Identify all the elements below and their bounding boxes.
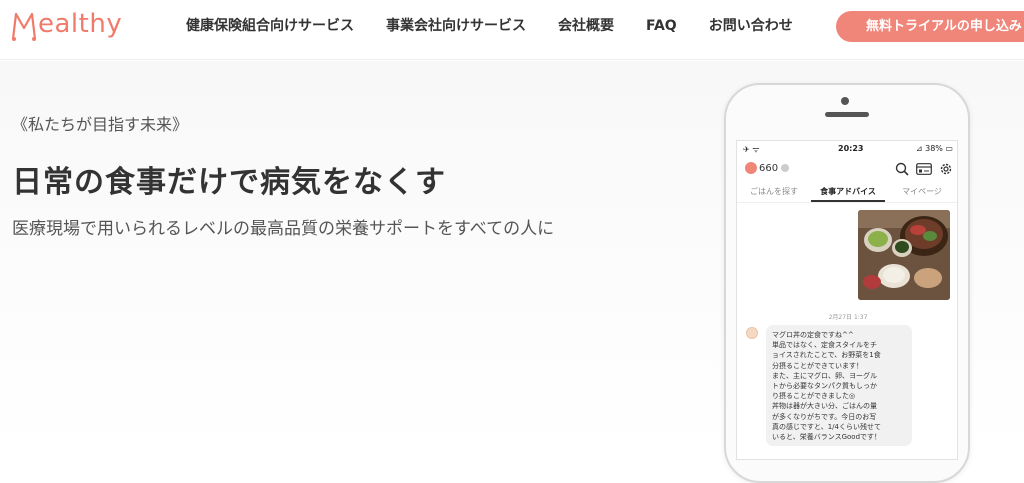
nav-item-company[interactable]: 会社概要: [558, 16, 614, 36]
advisor-avatar: [746, 327, 758, 339]
app-tabs: ごはんを探す 食事アドバイス マイページ: [737, 183, 957, 203]
message-line: 真の感じですと、1/4くらい残せて: [772, 422, 881, 431]
status-time: 20:23: [838, 144, 864, 153]
meal-photo[interactable]: [858, 210, 950, 300]
nav-item-faq[interactable]: FAQ: [646, 16, 677, 36]
status-bar: ✈ ᯤ 20:23 ⊿ 38% ▭: [737, 141, 957, 159]
nav-item-contact[interactable]: お問い合わせ: [709, 16, 793, 36]
logo[interactable]: ealthy: [10, 6, 122, 42]
site-header: ealthy 健康保険組合向けサービス 事業会社向けサービス 会社概要 FAQ …: [0, 0, 1024, 60]
logo-m-icon: [10, 6, 38, 42]
hero-title: 日常の食事だけで病気をなくす: [12, 165, 446, 200]
status-left: ✈ ᯤ: [743, 145, 760, 154]
message-line: トから必要なタンパク質もしっか: [772, 382, 877, 391]
tab-my-page[interactable]: マイページ: [885, 183, 957, 202]
app-bar: 660: [737, 159, 957, 181]
app-icons: [889, 161, 955, 177]
coin-icon: [745, 162, 757, 174]
search-icon[interactable]: [893, 161, 911, 177]
message-line: マグロ丼の定食ですね^^: [772, 331, 854, 339]
phone-screen: ✈ ᯤ 20:23 ⊿ 38% ▭ 660 ごはんを探す 食事アドバイス マイペ…: [736, 140, 958, 460]
free-trial-button[interactable]: 無料トライアルの申し込み: [836, 11, 1024, 42]
message-line: 単品ではなく、定食スタイルをチ: [772, 341, 877, 350]
card-icon[interactable]: [915, 161, 933, 177]
tab-find-food[interactable]: ごはんを探す: [737, 183, 811, 202]
nav-item-business[interactable]: 事業会社向けサービス: [386, 16, 526, 36]
message-line: また、主にマグロ、卵、ヨーグル: [772, 371, 877, 380]
advice-message: マグロ丼の定食ですね^^ 単品ではなく、定食スタイルをチ ョイスされたことで、お…: [766, 325, 912, 446]
message-line: ョイスされたことで、お野菜を1食: [772, 351, 881, 360]
info-icon: [781, 164, 790, 172]
message-line: 丼物は器が大きい分、ごはんの量: [772, 402, 877, 411]
phone-speaker: [825, 112, 869, 117]
message-line: が多くなりがちです。今日のお写: [772, 412, 877, 421]
hero-description: 医療現場で用いられるレベルの最高品質の栄養サポートをすべての人に: [12, 219, 555, 239]
logo-text: ealthy: [38, 9, 123, 39]
gear-icon[interactable]: [937, 161, 955, 177]
message-line: り摂ることができました◎: [772, 392, 856, 401]
phone-camera: [841, 97, 849, 105]
status-right: ⊿ 38% ▭: [915, 144, 953, 153]
nav-item-health-insurance[interactable]: 健康保険組合向けサービス: [186, 16, 354, 36]
message-timestamp: 2月27日 1:37: [828, 314, 868, 321]
message-line: いると、栄養バランスGoodです！: [772, 433, 882, 442]
points-value: 660: [759, 162, 779, 174]
points-display[interactable]: 660: [745, 162, 790, 174]
main-nav: 健康保険組合向けサービス 事業会社向けサービス 会社概要 FAQ お問い合わせ: [186, 16, 825, 36]
message-line: 分摂ることができています！: [772, 361, 863, 370]
tab-meal-advice[interactable]: 食事アドバイス: [811, 183, 885, 202]
hero-subtitle: 《私たちが目指す未来》: [12, 115, 189, 134]
